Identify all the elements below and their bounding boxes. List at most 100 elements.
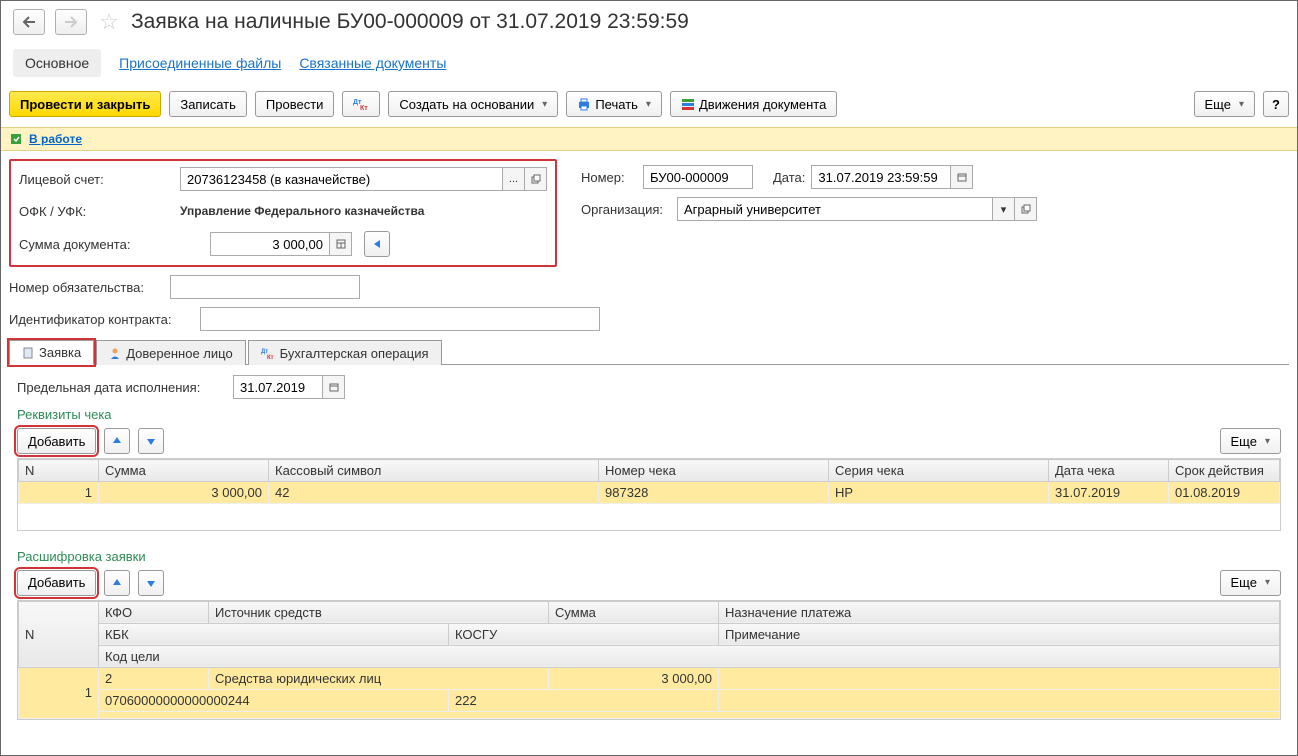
account-open-button[interactable] [525,167,547,191]
nav-back-button[interactable] [13,9,45,35]
org-dropdown-button[interactable]: ▾ [993,197,1015,221]
deadline-input[interactable] [233,375,323,399]
detail-th-purpose[interactable]: Назначение платежа [719,601,1280,623]
obligation-input[interactable] [170,275,360,299]
ofk-label: ОФК / УФК: [19,204,174,219]
arrow-down-icon [145,577,157,589]
detail-th-n[interactable]: N [19,601,99,667]
sum-label: Сумма документа: [19,237,204,252]
detail-th-source[interactable]: Источник средств [209,601,549,623]
deadline-label: Предельная дата исполнения: [17,380,227,395]
check-more-button[interactable]: Еще [1220,428,1281,454]
check-move-up-button[interactable] [104,428,130,454]
org-label: Организация: [581,202,671,217]
number-label: Номер: [581,170,637,185]
detail-th-kbk[interactable]: КБК [99,623,449,645]
movements-button[interactable]: Движения документа [670,91,837,117]
dt-kt-button[interactable]: ДтКт [342,91,380,117]
nav-forward-button[interactable] [55,9,87,35]
favorite-star-icon[interactable]: ☆ [97,10,121,34]
nav-tab-attached[interactable]: Присоединенные файлы [119,55,281,71]
nav-tabs: Основное Присоединенные файлы Связанные … [1,43,1297,87]
account-label: Лицевой счет: [19,172,174,187]
tab-acc-operation[interactable]: ДтКт Бухгалтерская операция [248,340,442,365]
document-icon [22,347,34,359]
page-title: Заявка на наличные БУ00-000009 от 31.07.… [131,10,689,34]
help-button[interactable]: ? [1263,91,1289,117]
detail-table-row[interactable]: 1 2 Средства юридических лиц 3 000,00 [19,667,1280,689]
more-button[interactable]: Еще [1194,91,1255,117]
date-calendar-button[interactable] [951,165,973,189]
account-select-button[interactable]: ... [503,167,525,191]
calculator-icon [336,239,346,249]
date-label: Дата: [773,170,805,185]
post-and-close-button[interactable]: Провести и закрыть [9,91,161,117]
check-table: N Сумма Кассовый символ Номер чека Серия… [18,459,1280,530]
detail-th-kfo[interactable]: КФО [99,601,209,623]
toolbar: Провести и закрыть Записать Провести ДтК… [1,87,1297,127]
print-label: Печать [595,97,638,112]
status-bar: В работе [1,127,1297,151]
arrow-down-icon [145,435,157,447]
date-input[interactable] [811,165,951,189]
nav-tab-main[interactable]: Основное [13,49,101,77]
document-tabs: Заявка Доверенное лицо ДтКт Бухгалтерска… [9,339,1289,365]
account-input[interactable] [180,167,503,191]
check-th-series[interactable]: Серия чека [829,460,1049,482]
calculator-button[interactable] [330,232,352,256]
deadline-calendar-button[interactable] [323,375,345,399]
detail-th-sum[interactable]: Сумма [549,601,719,623]
create-based-button[interactable]: Создать на основании [388,91,558,117]
detail-add-button[interactable]: Добавить [17,570,96,596]
arrow-up-icon [111,435,123,447]
ofk-value: Управление Федерального казначейства [180,204,424,218]
tab-trustee[interactable]: Доверенное лицо [96,340,245,365]
printer-icon [577,97,591,111]
detail-section-title: Расшифровка заявки [17,549,1281,564]
contract-id-input[interactable] [200,307,600,331]
calendar-icon [957,172,967,182]
calendar-icon [329,382,339,392]
check-th-symbol[interactable]: Кассовый символ [269,460,599,482]
check-table-row[interactable]: 1 3 000,00 42 987328 НР 31.07.2019 01.08… [19,482,1280,504]
detail-table-row[interactable]: 07060000000000000244 222 [19,689,1280,711]
tab-request-label: Заявка [39,345,81,360]
detail-th-kosgu[interactable]: КОСГУ [449,623,719,645]
detail-th-code[interactable]: Код цели [99,645,1280,667]
contract-id-label: Идентификатор контракта: [9,312,194,327]
detail-th-note[interactable]: Примечание [719,623,1280,645]
number-input[interactable] [643,165,753,189]
nav-tab-related[interactable]: Связанные документы [299,55,446,71]
detail-table-row[interactable] [19,711,1280,718]
write-button[interactable]: Записать [169,91,247,117]
svg-text:Кт: Кт [360,105,368,111]
detail-more-button[interactable]: Еще [1220,570,1281,596]
movements-icon [681,97,695,111]
person-icon [109,347,121,359]
check-move-down-button[interactable] [138,428,164,454]
highlighted-form-section: Лицевой счет: ... ОФК / УФК: Управление … [9,159,557,267]
check-th-n[interactable]: N [19,460,99,482]
form-area: Лицевой счет: ... ОФК / УФК: Управление … [1,151,1297,720]
detail-move-down-button[interactable] [138,570,164,596]
sum-refresh-button[interactable] [364,231,390,257]
check-th-num[interactable]: Номер чека [599,460,829,482]
tab-content: Предельная дата исполнения: Реквизиты че… [9,365,1289,720]
status-link[interactable]: В работе [29,132,82,146]
print-button[interactable]: Печать [566,91,662,117]
tab-trustee-label: Доверенное лицо [126,346,232,361]
check-th-valid[interactable]: Срок действия [1169,460,1280,482]
post-button[interactable]: Провести [255,91,335,117]
tab-request[interactable]: Заявка [9,340,94,365]
sum-input[interactable] [210,232,330,256]
check-add-button[interactable]: Добавить [17,428,96,454]
org-input[interactable] [677,197,993,221]
check-th-date[interactable]: Дата чека [1049,460,1169,482]
arrow-up-icon [111,577,123,589]
org-open-button[interactable] [1015,197,1037,221]
tab-acc-op-label: Бухгалтерская операция [280,346,429,361]
dt-kt-icon: ДтКт [353,97,369,111]
check-th-sum[interactable]: Сумма [99,460,269,482]
svg-text:Кт: Кт [267,355,274,359]
detail-move-up-button[interactable] [104,570,130,596]
